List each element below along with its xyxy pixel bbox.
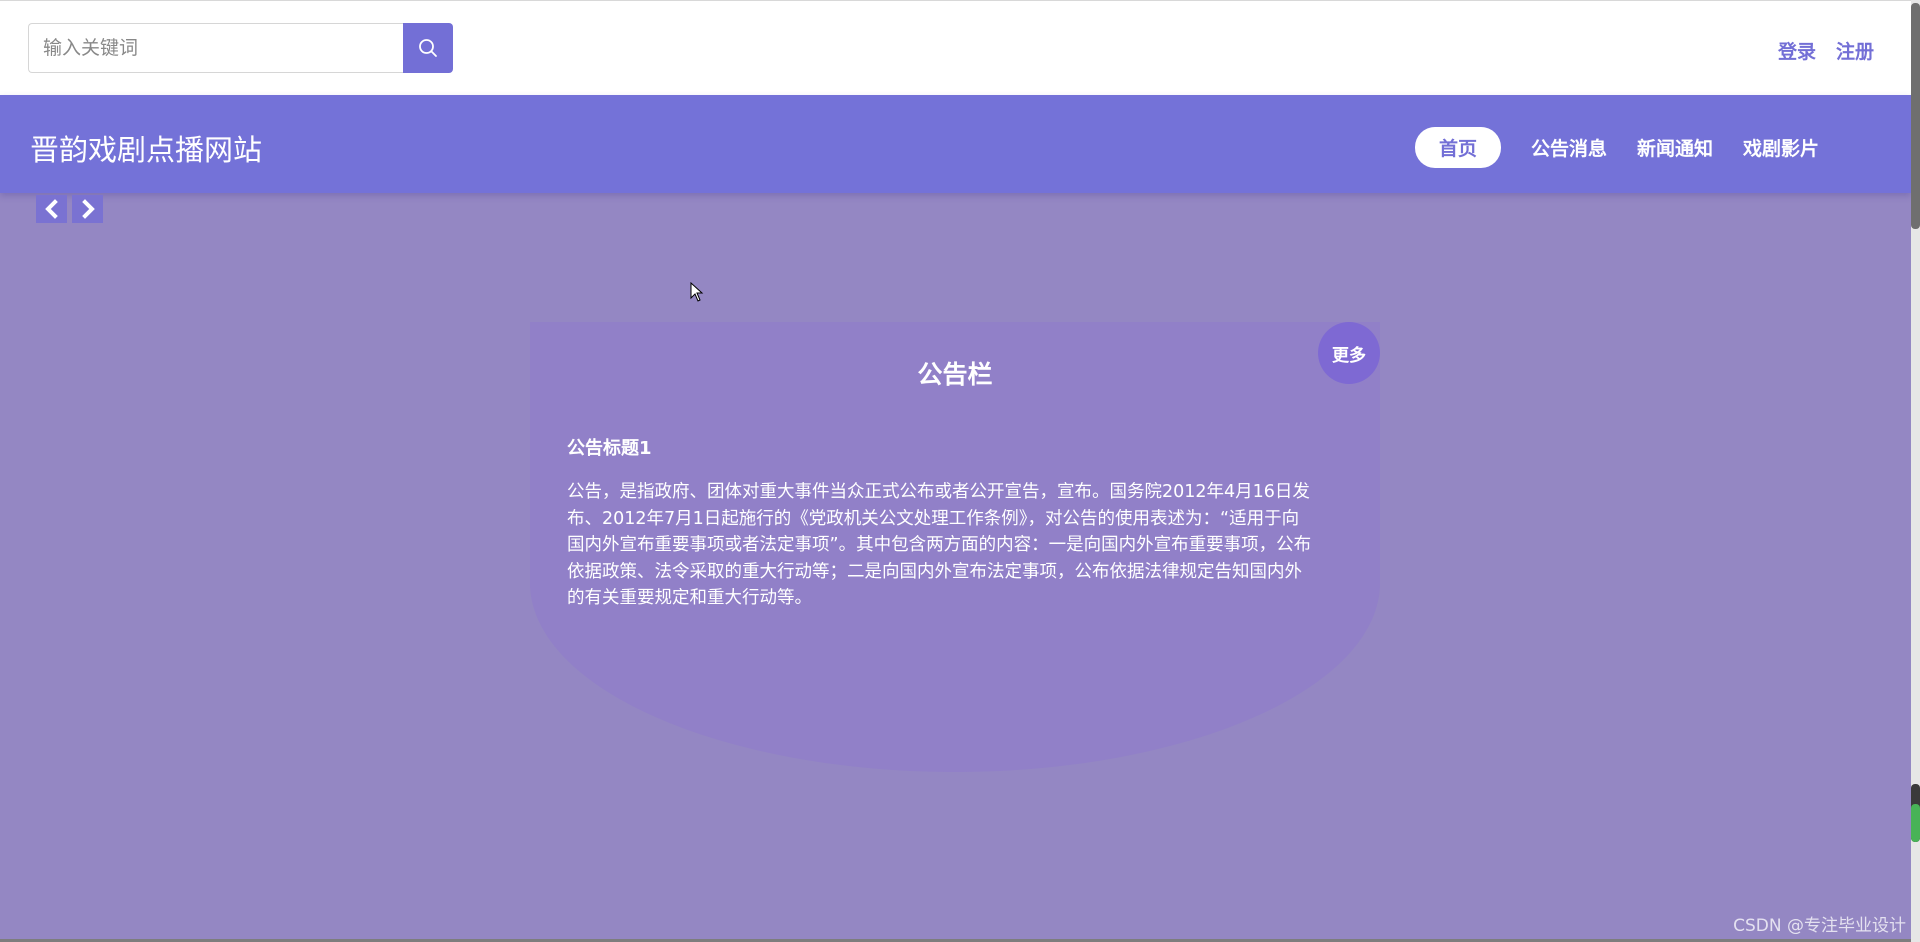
scrollbar-indicator xyxy=(1911,784,1920,842)
top-bar: 登录 注册 xyxy=(0,0,1911,95)
vertical-scrollbar[interactable] xyxy=(1911,0,1920,942)
nav-item-news[interactable]: 新闻通知 xyxy=(1637,127,1713,168)
chevron-right-icon xyxy=(81,199,95,219)
carousel-next-button[interactable] xyxy=(72,195,103,223)
carousel-controls xyxy=(36,195,103,223)
notice-item-body: 公告，是指政府、团体对重大事件当众正式公布或者公开宣告，宣布。国务院2012年4… xyxy=(567,482,1312,608)
scrollbar-thumb[interactable] xyxy=(1911,3,1920,229)
search-icon xyxy=(419,39,437,57)
search-bar xyxy=(28,23,453,73)
search-input[interactable] xyxy=(28,23,403,73)
auth-links: 登录 注册 xyxy=(1778,37,1874,64)
chevron-left-icon xyxy=(44,199,58,219)
search-button[interactable] xyxy=(403,23,453,73)
nav-item-home[interactable]: 首页 xyxy=(1414,127,1501,168)
site-title: 晋韵戏剧点播网站 xyxy=(30,133,263,167)
nav-bar: 晋韵戏剧点播网站 首页 公告消息 新闻通知 戏剧影片 xyxy=(0,95,1911,193)
mouse-cursor-icon xyxy=(690,281,704,306)
carousel-prev-button[interactable] xyxy=(36,195,67,223)
nav-item-announcements[interactable]: 公告消息 xyxy=(1531,127,1607,168)
nav-item-drama-films[interactable]: 戏剧影片 xyxy=(1743,127,1819,168)
register-link[interactable]: 注册 xyxy=(1836,37,1874,64)
login-link[interactable]: 登录 xyxy=(1778,37,1816,64)
notice-board-title: 公告栏 xyxy=(917,360,993,389)
watermark: CSDN @专注毕业设计 xyxy=(1733,916,1906,936)
notice-item-title[interactable]: 公告标题1 xyxy=(567,434,652,460)
main-nav: 首页 公告消息 新闻通知 戏剧影片 xyxy=(1414,127,1819,168)
